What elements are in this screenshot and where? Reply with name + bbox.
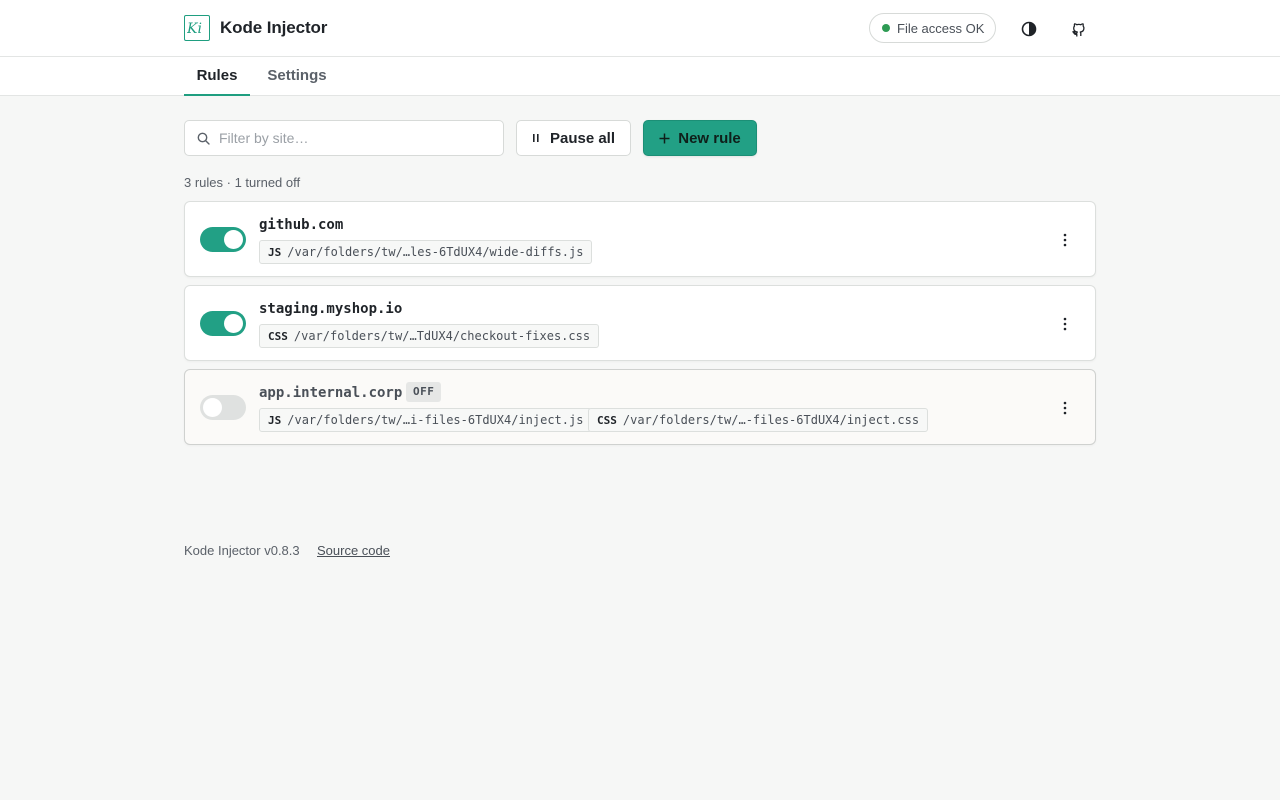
file-chip[interactable]: CSS/var/folders/tw/…-files-6TdUX4/inject…	[588, 408, 929, 432]
app-logo: Ki	[184, 15, 210, 41]
rule-card-staging: staging.myshop.io CSS/var/folders/tw/…Td…	[184, 285, 1096, 361]
file-kind-badge: JS	[268, 414, 282, 427]
file-chip[interactable]: JS/var/folders/tw/…i-files-6TdUX4/inject…	[259, 408, 593, 432]
rule-toggle[interactable]	[200, 227, 246, 252]
search-icon	[197, 132, 210, 145]
source-code-link[interactable]: Source code	[317, 543, 390, 558]
search-box	[184, 120, 504, 156]
file-kind-badge: CSS	[268, 330, 288, 343]
rule-menu-button[interactable]	[1053, 396, 1077, 420]
app-title: Kode Injector	[220, 18, 328, 37]
rule-card-internal: app.internal.corp OFF JS/var/folders/tw/…	[184, 369, 1096, 445]
file-access-status-badge: File access OK	[869, 13, 996, 43]
toggle-knob	[224, 314, 243, 333]
rule-site: github.com	[259, 217, 344, 233]
status-dot-icon	[882, 24, 890, 32]
new-rule-label: New rule	[678, 129, 741, 147]
file-path: /var/folders/tw/…les-6TdUX4/wide-diffs.j…	[287, 245, 584, 259]
off-status-badge: OFF	[406, 382, 442, 402]
tab-rules[interactable]: Rules	[184, 57, 250, 96]
app-version: Kode Injector v0.8.3	[184, 543, 300, 558]
toggle-knob	[224, 230, 243, 249]
rule-site: staging.myshop.io	[259, 301, 403, 317]
file-chip[interactable]: JS/var/folders/tw/…les-6TdUX4/wide-diffs…	[259, 240, 593, 264]
status-label: File access OK	[897, 20, 985, 36]
file-kind-badge: JS	[268, 246, 282, 259]
pause-all-label: Pause all	[549, 129, 616, 147]
new-rule-button[interactable]: New rule	[643, 120, 757, 156]
more-vertical-icon	[1063, 317, 1067, 331]
toggle-knob	[203, 398, 222, 417]
rule-menu-button[interactable]	[1053, 228, 1077, 252]
rule-toggle[interactable]	[200, 311, 246, 336]
rule-toggle[interactable]	[200, 395, 246, 420]
file-path: /var/folders/tw/…TdUX4/checkout-fixes.cs…	[293, 329, 591, 343]
tab-settings[interactable]: Settings	[262, 57, 332, 95]
app-header: Ki Kode Injector File access OK	[0, 0, 1280, 57]
github-button[interactable]	[1064, 14, 1094, 44]
file-path: /var/folders/tw/…i-files-6TdUX4/inject.j…	[287, 413, 584, 427]
file-kind-badge: CSS	[597, 414, 617, 427]
more-vertical-icon	[1063, 401, 1067, 415]
github-icon	[1072, 22, 1085, 36]
filter-input[interactable]	[219, 121, 499, 155]
tab-bar: Rules Settings	[0, 57, 1280, 96]
rules-summary: 3 rules · 1 turned off	[184, 175, 301, 190]
rule-menu-button[interactable]	[1053, 312, 1077, 336]
pause-all-button[interactable]: Pause all	[516, 120, 631, 156]
theme-toggle-button[interactable]	[1014, 14, 1044, 44]
rule-card-github: github.com JS/var/folders/tw/…les-6TdUX4…	[184, 201, 1096, 277]
contrast-icon	[1021, 21, 1037, 37]
file-path: /var/folders/tw/…-files-6TdUX4/inject.cs…	[622, 413, 920, 427]
more-vertical-icon	[1063, 233, 1067, 247]
pause-icon	[532, 134, 539, 142]
file-chip[interactable]: CSS/var/folders/tw/…TdUX4/checkout-fixes…	[259, 324, 600, 348]
plus-icon	[659, 133, 670, 143]
rule-site: app.internal.corp	[259, 385, 403, 401]
svg-text:Ki: Ki	[187, 21, 202, 37]
